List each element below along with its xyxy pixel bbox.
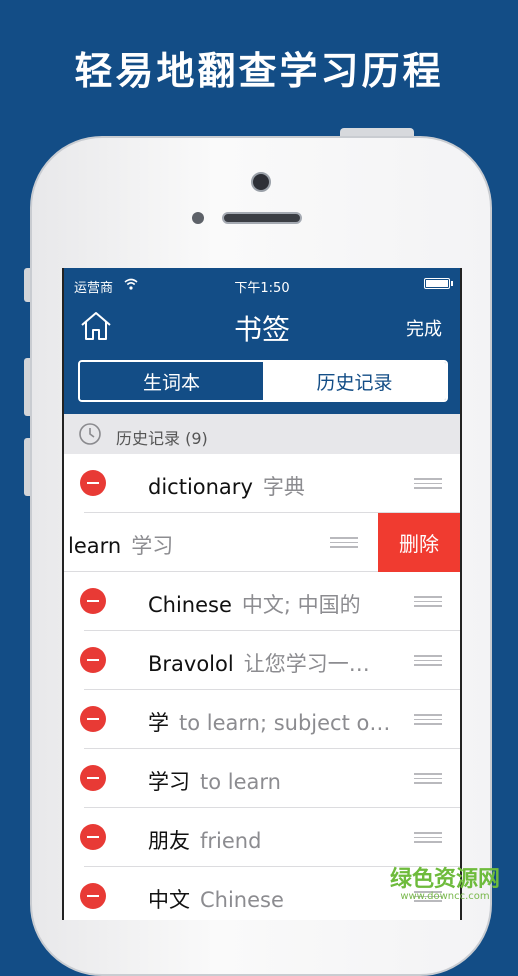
done-button[interactable]: 完成: [406, 315, 442, 341]
list-item[interactable]: 朋友 friend: [64, 808, 460, 867]
section-title: 历史记录 (9): [116, 429, 208, 448]
remove-minus-icon[interactable]: [80, 883, 106, 909]
list-item[interactable]: Chinese 中文; 中国的: [64, 572, 460, 631]
section-header: 历史记录 (9): [64, 414, 460, 454]
segmented-control: 生词本 历史记录: [78, 360, 448, 402]
item-meaning: 中文; 中国的: [241, 593, 361, 617]
tab-vocabulary[interactable]: 生词本: [80, 362, 263, 400]
watermark-subtext: www.downcc.com: [400, 891, 490, 902]
segment-bar: 生词本 历史记录: [64, 354, 460, 414]
list-item[interactable]: 学习 to learn: [64, 749, 460, 808]
reorder-handle-icon[interactable]: [414, 773, 442, 784]
battery-icon: [424, 278, 453, 289]
reorder-handle-icon[interactable]: [414, 596, 442, 607]
item-meaning: friend: [200, 829, 262, 853]
item-word: 朋友: [148, 829, 190, 853]
item-word: Chinese: [148, 593, 232, 617]
clock-icon: [79, 423, 101, 445]
navigation-bar: 书签 完成: [64, 302, 460, 354]
remove-minus-icon[interactable]: [80, 824, 106, 850]
front-camera: [251, 172, 271, 192]
site-watermark: 绿色资源网 www.downcc.com: [390, 861, 500, 902]
list-item-swiped[interactable]: learn 学习 删除: [64, 513, 460, 572]
reorder-handle-icon[interactable]: [330, 537, 358, 548]
clock-time: 下午1:50: [234, 281, 290, 296]
delete-button[interactable]: 删除: [378, 513, 460, 572]
remove-minus-icon[interactable]: [80, 765, 106, 791]
watermark-text: 绿色资源网: [389, 867, 500, 892]
item-word: learn: [68, 534, 122, 558]
list-item[interactable]: Bravolol 让您学习一…: [64, 631, 460, 690]
item-meaning: 字典: [262, 475, 305, 499]
list-item[interactable]: dictionary 字典: [64, 454, 460, 513]
remove-minus-icon[interactable]: [80, 470, 106, 496]
item-word: dictionary: [148, 475, 253, 499]
item-word: 中文: [148, 888, 190, 912]
status-bar: 运营商 下午1:50: [64, 268, 460, 302]
item-meaning: to learn; subject o…: [179, 711, 391, 735]
item-word: 学: [148, 711, 169, 735]
item-meaning: 让您学习一…: [243, 652, 370, 676]
reorder-handle-icon[interactable]: [414, 478, 442, 489]
reorder-handle-icon[interactable]: [414, 714, 442, 725]
app-screen: 运营商 下午1:50 书签 完成 生词本 历史记录 历史记录 (9) dicti…: [62, 268, 462, 920]
earpiece-speaker: [222, 212, 302, 224]
remove-minus-icon[interactable]: [80, 588, 106, 614]
history-list: dictionary 字典 learn 学习 删除 Chinese 中文; 中国的 B…: [64, 454, 460, 920]
remove-minus-icon[interactable]: [80, 647, 106, 673]
tab-history[interactable]: 历史记录: [263, 362, 446, 400]
reorder-handle-icon[interactable]: [414, 655, 442, 666]
item-meaning: Chinese: [200, 888, 284, 912]
promo-headline: 轻易地翻查学习历程: [74, 49, 444, 93]
list-item[interactable]: 学 to learn; subject o…: [64, 690, 460, 749]
item-word: Bravolol: [148, 652, 234, 676]
item-meaning: 学习: [131, 534, 174, 558]
reorder-handle-icon[interactable]: [414, 832, 442, 843]
page-title: 书签: [233, 313, 290, 346]
item-word: 学习: [148, 770, 190, 794]
proximity-sensor: [192, 212, 204, 224]
item-meaning: to learn: [200, 770, 281, 794]
remove-minus-icon[interactable]: [80, 706, 106, 732]
